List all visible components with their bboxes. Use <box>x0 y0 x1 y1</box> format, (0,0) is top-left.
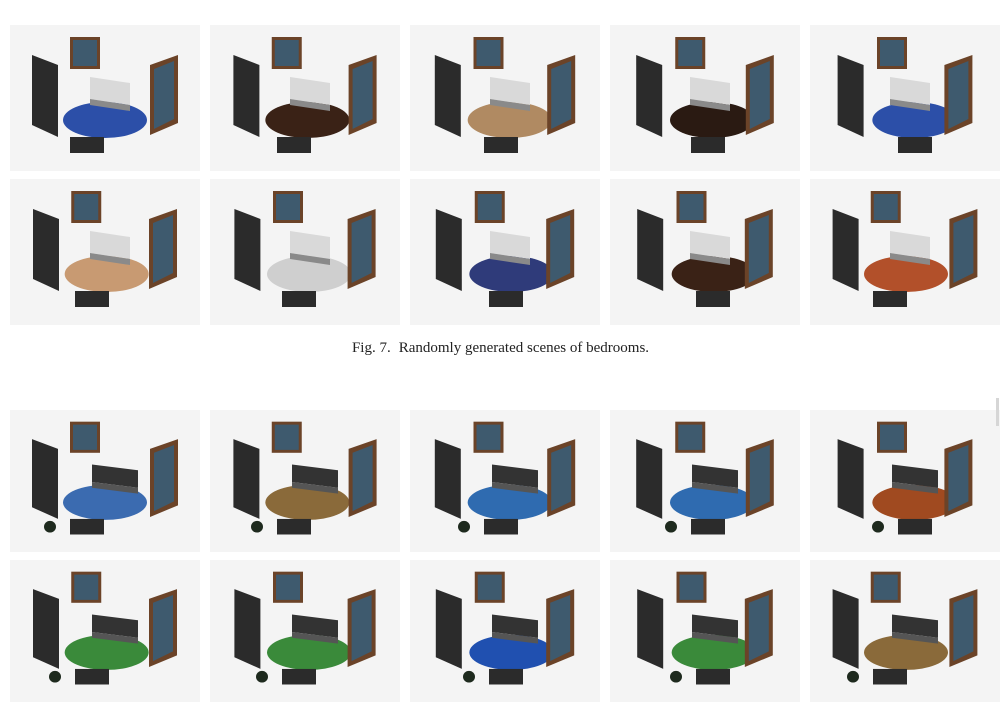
bedroom-scene-thumbnail <box>10 25 200 171</box>
bedroom-scene-thumbnail <box>410 25 600 171</box>
living-room-scene-thumbnail <box>410 560 600 702</box>
living-room-scene-thumbnail <box>10 410 200 552</box>
living-room-scene-thumbnail <box>210 560 400 702</box>
living-room-scenes-grid <box>10 410 1000 702</box>
bedroom-scenes-grid <box>10 25 1000 325</box>
living-room-scene-thumbnail <box>810 410 1000 552</box>
living-room-scene-thumbnail <box>610 410 800 552</box>
figure-caption: Fig. 7. Randomly generated scenes of bedr… <box>0 340 1001 357</box>
bedroom-scene-thumbnail <box>210 179 400 325</box>
bedroom-scene-thumbnail <box>610 179 800 325</box>
living-room-scene-thumbnail <box>410 410 600 552</box>
living-room-scene-thumbnail <box>810 560 1000 702</box>
figure-caption-text: Randomly generated scenes of bedrooms. <box>398 340 650 356</box>
living-room-scene-thumbnail <box>10 560 200 702</box>
living-room-scene-thumbnail <box>210 410 400 552</box>
bedroom-scene-thumbnail <box>610 25 800 171</box>
bedroom-scene-thumbnail <box>810 25 1000 171</box>
bedroom-scene-thumbnail <box>210 25 400 171</box>
bedroom-scene-thumbnail <box>810 179 1000 325</box>
bedroom-scene-thumbnail <box>10 179 200 325</box>
scrollbar-thumb[interactable] <box>996 398 999 426</box>
bedroom-scene-thumbnail <box>410 179 600 325</box>
living-room-scene-thumbnail <box>610 560 800 702</box>
figure-label: Fig. 7. <box>351 340 391 356</box>
